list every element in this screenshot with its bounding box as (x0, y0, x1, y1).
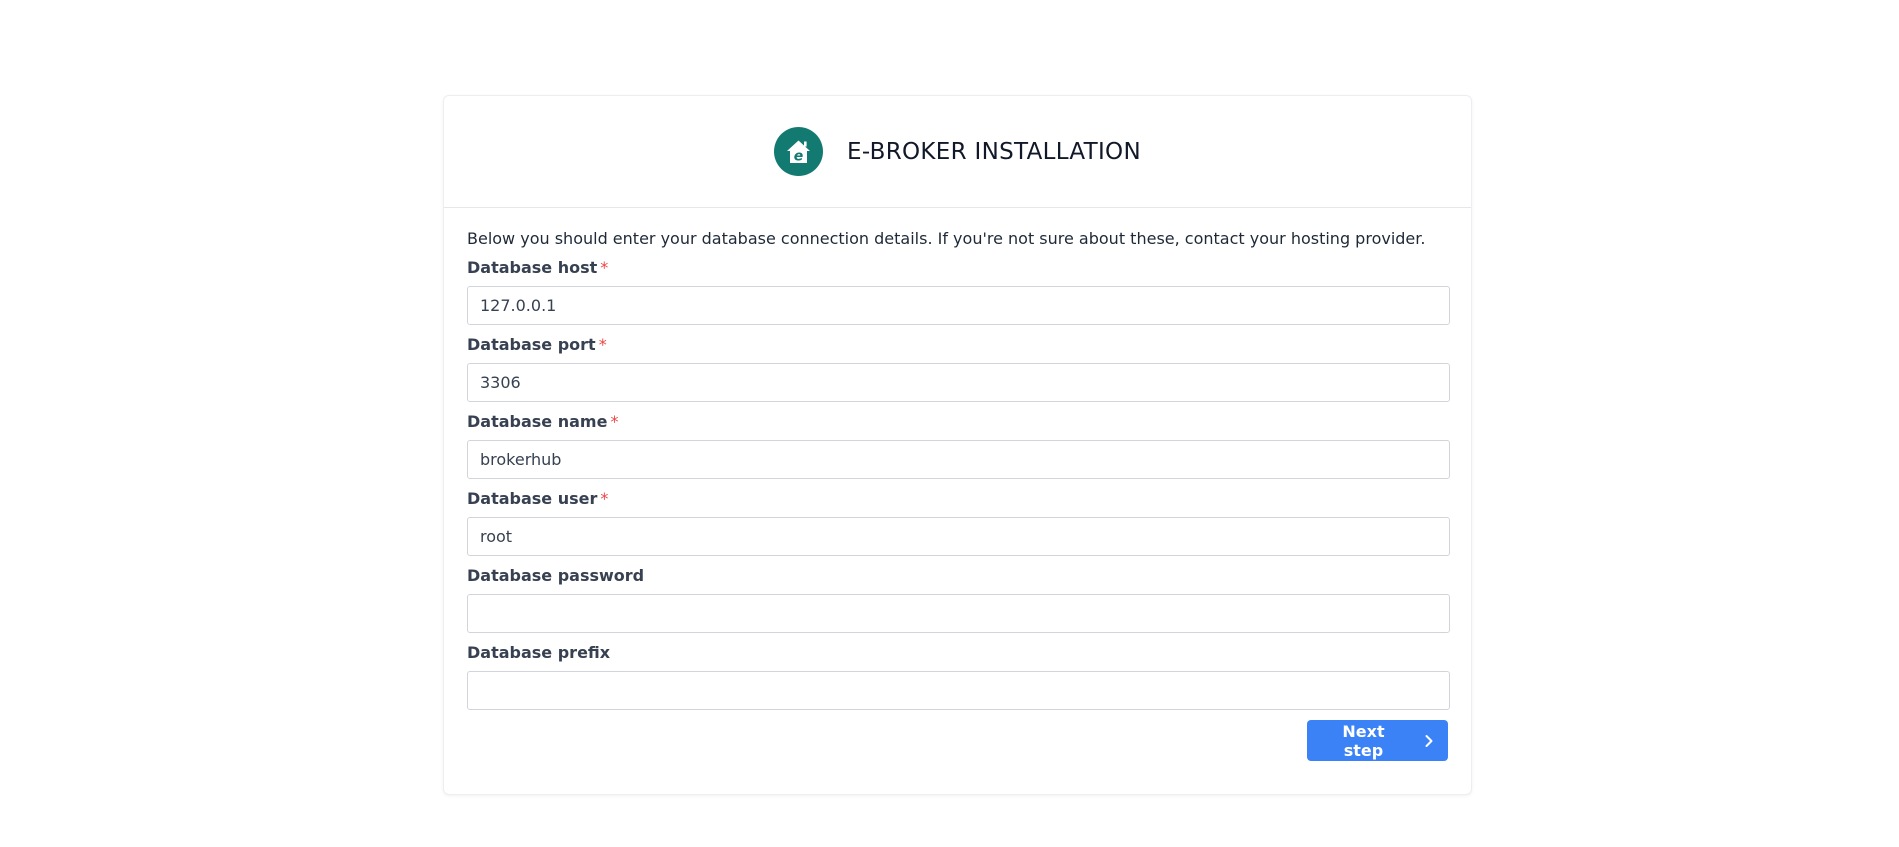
database-prefix-label: Database prefix (467, 643, 611, 662)
required-marker: * (610, 412, 619, 431)
house-e-logo-icon: e (774, 127, 824, 176)
database-prefix-field: Database prefix (467, 643, 1450, 710)
required-marker: * (598, 335, 607, 354)
database-host-input[interactable] (467, 286, 1450, 325)
card-body: Below you should enter your database con… (444, 208, 1471, 761)
database-port-input[interactable] (467, 363, 1450, 402)
database-port-label: Database port * (467, 335, 607, 354)
database-host-field: Database host * (467, 258, 1450, 325)
database-password-field: Database password (467, 566, 1450, 633)
database-name-label: Database name * (467, 412, 619, 431)
card-header: e E-BROKER INSTALLATION (444, 96, 1471, 208)
required-marker: * (600, 258, 609, 277)
form-actions: Next step (467, 720, 1448, 761)
page-title: E-BROKER INSTALLATION (847, 138, 1141, 165)
database-port-field: Database port * (467, 335, 1450, 402)
chevron-right-icon (1424, 734, 1434, 748)
required-marker: * (600, 489, 609, 508)
installation-card: e E-BROKER INSTALLATION Below you should… (443, 95, 1472, 795)
svg-text:e: e (794, 149, 804, 165)
database-name-field: Database name * (467, 412, 1450, 479)
database-password-label: Database password (467, 566, 645, 585)
database-password-input[interactable] (467, 594, 1450, 633)
database-user-input[interactable] (467, 517, 1450, 556)
database-host-label: Database host * (467, 258, 609, 277)
database-user-field: Database user * (467, 489, 1450, 556)
database-name-input[interactable] (467, 440, 1450, 479)
next-step-label: Next step (1342, 721, 1385, 760)
database-prefix-input[interactable] (467, 671, 1450, 710)
database-user-label: Database user * (467, 489, 609, 508)
intro-text: Below you should enter your database con… (467, 229, 1426, 248)
next-step-button[interactable]: Next step (1307, 720, 1448, 761)
